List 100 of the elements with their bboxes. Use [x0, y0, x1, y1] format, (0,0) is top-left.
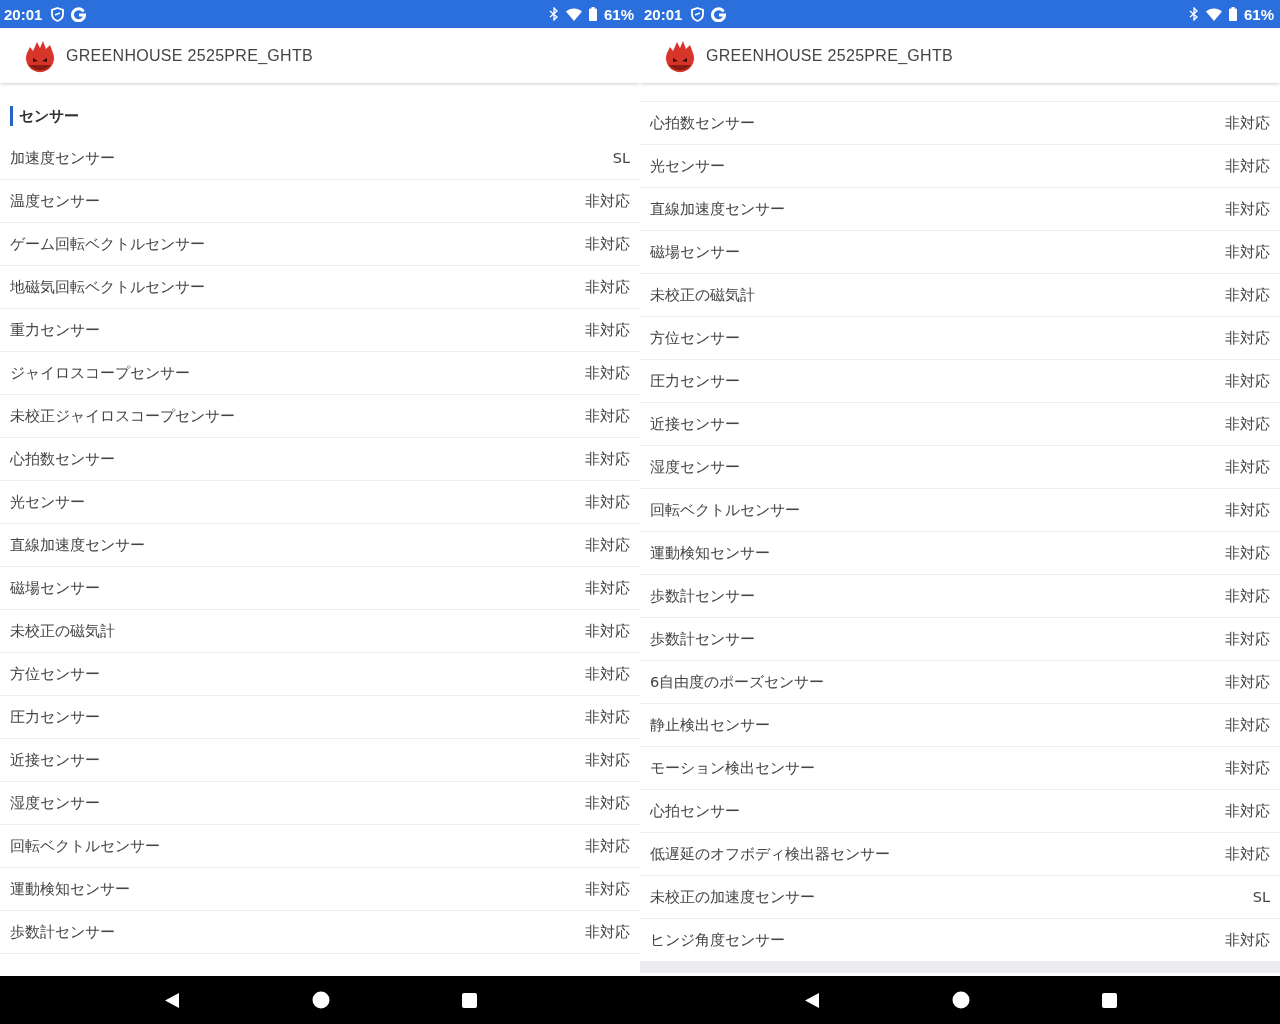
sensor-name: 心拍数センサー	[10, 449, 115, 469]
sensor-support: 非対応	[585, 750, 630, 770]
sensor-support: 非対応	[585, 836, 630, 856]
sensor-support: 非対応	[1225, 156, 1270, 176]
sensor-support: 非対応	[585, 621, 630, 641]
sensor-name: 運動検知センサー	[650, 543, 770, 563]
sensor-name: 6自由度のポーズセンサー	[650, 672, 825, 692]
sensor-name: 磁場センサー	[10, 578, 100, 598]
sensor-name: ジャイロスコープセンサー	[10, 363, 190, 383]
sensor-support: 非対応	[1225, 930, 1270, 950]
sensor-support: 非対応	[585, 664, 630, 684]
sensor-support: 非対応	[1225, 543, 1270, 563]
g-icon	[71, 6, 87, 22]
sensor-name: 心拍数センサー	[650, 113, 755, 133]
sensor-name: 圧力センサー	[650, 371, 740, 391]
battery-percent: 61%	[603, 5, 634, 23]
wifi-icon	[565, 7, 582, 21]
sensor-support: 非対応	[585, 406, 630, 426]
sensor-name: ゲーム回転ベクトルセンサー	[10, 234, 205, 254]
status-time: 20:01	[4, 5, 43, 23]
sensor-support: 非対応	[1225, 414, 1270, 434]
sensor-name: 加速度センサー	[10, 148, 115, 168]
sensor-support: 非対応	[1225, 242, 1270, 262]
sensor-support: 非対応	[1225, 715, 1270, 735]
g-icon	[711, 6, 727, 22]
sensor-name: ヒンジ角度センサー	[650, 930, 785, 950]
sensor-name: 磁場センサー	[650, 242, 740, 262]
sensor-support: 非対応	[585, 492, 630, 512]
sensor-support: 非対応	[1225, 672, 1270, 692]
sensor-support: 非対応	[1225, 199, 1270, 219]
wifi-icon	[1205, 7, 1222, 21]
sensor-name: 湿度センサー	[10, 793, 100, 813]
sensor-name: 圧力センサー	[10, 707, 100, 727]
recents-icon[interactable]	[461, 992, 477, 1008]
sensor-support: 非対応	[1225, 500, 1270, 520]
sensor-support: 非対応	[1225, 371, 1270, 391]
back-icon[interactable]	[163, 991, 180, 1009]
sensor-name: 近接センサー	[10, 750, 100, 770]
sensor-name: 近接センサー	[650, 414, 740, 434]
sensor-support: SL	[612, 150, 630, 166]
sensor-support: 非対応	[585, 793, 630, 813]
sensor-name: 回転ベクトルセンサー	[650, 500, 800, 520]
sensor-name: 静止検出センサー	[650, 715, 770, 735]
battery-percent: 61%	[1243, 5, 1274, 23]
back-icon[interactable]	[803, 991, 820, 1009]
sensor-name: 湿度センサー	[650, 457, 740, 477]
sensor-name: 直線加速度センサー	[10, 535, 145, 555]
sensor-name: 直線加速度センサー	[650, 199, 785, 219]
sensor-name: 歩数計センサー	[650, 629, 755, 649]
sensor-support: 非対応	[585, 363, 630, 383]
sensor-support: 非対応	[1225, 328, 1270, 348]
sensor-name: 低遅延のオフボディ検出器センサー	[650, 844, 890, 864]
sensor-name: 歩数計センサー	[10, 922, 115, 942]
sensor-name: 方位センサー	[10, 664, 100, 684]
recents-icon[interactable]	[1101, 992, 1117, 1008]
sensor-support: 非対応	[1225, 285, 1270, 305]
sensor-support: 非対応	[585, 449, 630, 469]
shield-icon	[51, 6, 65, 22]
sensor-name: 光センサー	[10, 492, 85, 512]
app-title: GREENHOUSE 2525PRE_GHTB	[706, 46, 953, 65]
sensor-name: 歩数計センサー	[650, 586, 755, 606]
sensor-name: 光センサー	[650, 156, 725, 176]
sensor-name: モーション検出センサー	[650, 758, 815, 778]
app-title: GREENHOUSE 2525PRE_GHTB	[66, 46, 313, 65]
status-time: 20:01	[644, 5, 683, 23]
sensor-support: 非対応	[585, 578, 630, 598]
sensor-support: 非対応	[1225, 801, 1270, 821]
sensor-support: 非対応	[585, 922, 630, 942]
battery-icon	[588, 7, 597, 21]
sensor-support: 非対応	[585, 191, 630, 211]
sensor-support: 非対応	[585, 320, 630, 340]
sensor-name: 方位センサー	[650, 328, 740, 348]
shield-icon	[691, 6, 705, 22]
sensor-support: 非対応	[585, 879, 630, 899]
section-heading: センサー	[10, 106, 79, 126]
sensor-name: 未校正の磁気計	[10, 621, 115, 641]
bluetooth-icon	[1188, 7, 1199, 21]
battery-icon	[1228, 7, 1237, 21]
sensor-support: 非対応	[1225, 457, 1270, 477]
bluetooth-icon	[548, 7, 559, 21]
sensor-support: 非対応	[1225, 113, 1270, 133]
sensor-name: 地磁気回転ベクトルセンサー	[10, 277, 205, 297]
sensor-support: 非対応	[1225, 629, 1270, 649]
sensor-name: 未校正の加速度センサー	[650, 887, 815, 907]
sensor-name: 回転ベクトルセンサー	[10, 836, 160, 856]
sensor-support: 非対応	[585, 234, 630, 254]
sensor-support: 非対応	[585, 707, 630, 727]
home-icon[interactable]	[311, 991, 330, 1009]
sensor-name: 重力センサー	[10, 320, 100, 340]
sensor-name: 心拍センサー	[650, 801, 740, 821]
sensor-support: 非対応	[585, 277, 630, 297]
sensor-support: 非対応	[1225, 758, 1270, 778]
sensor-support: 非対応	[585, 535, 630, 555]
sensor-support: SL	[1252, 889, 1270, 905]
sensor-name: 未校正ジャイロスコープセンサー	[10, 406, 235, 426]
home-icon[interactable]	[951, 991, 970, 1009]
sensor-name: 温度センサー	[10, 191, 100, 211]
sensor-support: 非対応	[1225, 844, 1270, 864]
sensor-name: 運動検知センサー	[10, 879, 130, 899]
sensor-support: 非対応	[1225, 586, 1270, 606]
